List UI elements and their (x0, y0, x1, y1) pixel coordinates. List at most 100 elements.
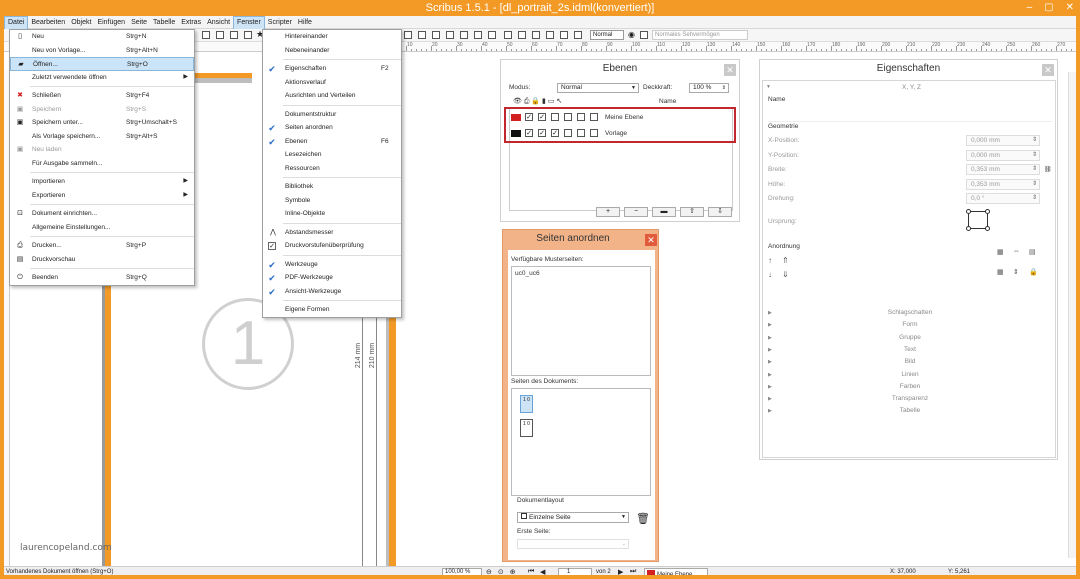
menu-item-ausrichten-und-verteilen[interactable]: Ausrichten und Verteilen (263, 89, 401, 103)
menu-item-ebenen[interactable]: ✔ Ebenen F6 (263, 135, 401, 149)
menu-item-eigene-formen[interactable]: Eigene Formen (263, 303, 401, 317)
menu-item-lesezeichen[interactable]: Lesezeichen (263, 148, 401, 162)
menu-item-dokumentstruktur[interactable]: Dokumentstruktur (263, 108, 401, 122)
layer-name[interactable]: Vorlage (605, 130, 627, 137)
raise-layer-button[interactable]: ⇧ (680, 207, 704, 217)
origin-handle-bl[interactable] (966, 226, 971, 231)
section-transparenz[interactable]: ▶ Transparenz (768, 393, 1052, 405)
menu-item-aktionsverlauf[interactable]: Aktionsverlauf (263, 76, 401, 90)
text-flow-icon[interactable]: ▤ (1029, 248, 1036, 256)
layer-row[interactable]: ✓ ✓ Meine Ebene (509, 111, 733, 125)
layer-checkbox[interactable]: ✓ (538, 129, 546, 137)
menu-item-neu[interactable]: ▯ Neu Strg+N (10, 30, 194, 44)
grid-align-icon[interactable]: ▦ (997, 248, 1004, 256)
menu-objekt[interactable]: Objekt (68, 17, 94, 29)
menu-item-bibliothek[interactable]: Bibliothek (263, 180, 401, 194)
duplicate-layer-button[interactable]: ▬ (652, 207, 676, 217)
vertical-scrollbar[interactable] (1068, 72, 1076, 558)
doc-pages-area[interactable]: 1 0 1 0 (511, 388, 651, 496)
master-item[interactable]: uc0_uc6 (515, 270, 540, 277)
zoom-in-icon[interactable]: ⊕ (510, 568, 516, 576)
pdf-checkbox-icon[interactable] (532, 31, 540, 39)
layer-checkbox[interactable] (577, 113, 585, 121)
pdf-button-icon[interactable] (504, 31, 512, 39)
ebenen-close-button[interactable]: ✕ (724, 64, 736, 76)
next-page-icon[interactable]: ▶ (618, 568, 623, 576)
deckkraft-input[interactable]: 100 % ⇕ (689, 83, 729, 93)
page-thumb-1[interactable]: 1 0 (520, 395, 533, 413)
menu-datei[interactable]: Datei (4, 16, 29, 30)
flip-horizontal-icon[interactable]: ⇔ (1013, 248, 1020, 255)
render-frame-icon[interactable] (216, 31, 224, 39)
maximize-icon[interactable]: ▢ (1044, 2, 1053, 13)
section-text[interactable]: ▶ Text (768, 344, 1052, 356)
eye-icon[interactable]: ◉ (628, 30, 635, 39)
measure-icon[interactable] (460, 31, 468, 39)
menu-item-drucken[interactable]: ⎙ Drucken... Strg+P (10, 239, 194, 253)
menu-item-beenden[interactable]: ⏻ Beenden Strg+Q (10, 271, 194, 285)
lower-bottom-icon[interactable]: ⇓ (782, 270, 789, 279)
last-page-icon[interactable]: ⏭ (630, 568, 636, 576)
layer-checkbox[interactable] (564, 129, 572, 137)
section-schlagschatten[interactable]: ▶ Schlagschatten (768, 307, 1052, 319)
prev-page-icon[interactable]: ◀ (540, 568, 545, 576)
lower-icon[interactable]: ↓ (768, 270, 772, 279)
page-field[interactable]: 1 (558, 568, 592, 578)
eigenschaften-close-button[interactable]: ✕ (1042, 64, 1054, 76)
menu-item-zuletzt-verwendete-öffnen[interactable]: Zuletzt verwendete öffnen ▶ (10, 71, 194, 85)
menu-ansicht[interactable]: Ansicht (204, 17, 233, 29)
menu-item-schließen[interactable]: ✖ Schließen Strg+F4 (10, 89, 194, 103)
zoom-100-icon[interactable]: ⊙ (498, 568, 504, 576)
first-page-icon[interactable]: ⏮ (528, 568, 534, 576)
vision-select[interactable]: Normales Sehvermögen (652, 30, 748, 40)
menu-hilfe[interactable]: Hilfe (295, 17, 315, 29)
section-bild[interactable]: ▶ Bild (768, 356, 1052, 368)
rotate-icon[interactable] (404, 31, 412, 39)
menu-fenster[interactable]: Fenster (233, 16, 265, 30)
menu-item-seiten-anordnen[interactable]: ✔ Seiten anordnen (263, 121, 401, 135)
menu-item-öffnen[interactable]: ▰ Öffnen... Strg+O (10, 57, 194, 71)
layer-checkbox[interactable] (577, 129, 585, 137)
menu-item-eigenschaften[interactable]: ✔ Eigenschaften F2 (263, 62, 401, 76)
layer-checkbox[interactable]: ✓ (551, 129, 559, 137)
layer-checkbox[interactable] (590, 129, 598, 137)
menu-item-allgemeine-einstellungen[interactable]: Allgemeine Einstellungen... (10, 221, 194, 235)
master-list[interactable]: uc0_uc6 (511, 266, 651, 376)
x-position-input[interactable]: 0,000 mm ⇕ (966, 135, 1040, 146)
section-tabelle[interactable]: ▶ Tabelle (768, 405, 1052, 417)
layer-name[interactable]: Meine Ebene (605, 114, 643, 121)
breite-input[interactable]: 0,353 mm ⇕ (966, 164, 1040, 175)
section-farben[interactable]: ▶ Farben (768, 381, 1052, 393)
layer-select[interactable]: Meine Ebene (644, 568, 708, 578)
remove-layer-button[interactable]: − (624, 207, 648, 217)
copy-properties-icon[interactable] (474, 31, 482, 39)
menu-item-importieren[interactable]: Importieren ▶ (10, 175, 194, 189)
menu-item-exportieren[interactable]: Exportieren ▶ (10, 189, 194, 203)
xyz-section[interactable]: X, Y, Z (902, 84, 921, 91)
pdf-link-icon[interactable] (574, 31, 582, 39)
menu-tabelle[interactable]: Tabelle (150, 17, 178, 29)
menu-item-dokument-einrichten[interactable]: ⊡ Dokument einrichten... (10, 207, 194, 221)
menu-item-neu-von-vorlage[interactable]: Neu von Vorlage... Strg+Alt+N (10, 44, 194, 58)
menu-item-symbole[interactable]: Symbole (263, 194, 401, 208)
zoom-out-icon[interactable]: ⊖ (486, 568, 492, 576)
table-icon[interactable] (230, 31, 238, 39)
menu-item-speichern-unter[interactable]: ▣ Speichern unter... Strg+Umschalt+S (10, 116, 194, 130)
section-linien[interactable]: ▶ Linien (768, 369, 1052, 381)
close-window-icon[interactable]: ✕ (1066, 2, 1074, 13)
seiten-close-button[interactable]: ✕ (645, 234, 657, 246)
section-form[interactable]: ▶ Form (768, 319, 1052, 331)
menu-item-ressourcen[interactable]: Ressourcen (263, 162, 401, 176)
origin-handle-tl[interactable] (966, 209, 971, 214)
edit-contents-icon[interactable] (432, 31, 440, 39)
menu-item-druckvorschau[interactable]: ▤ Druckvorschau (10, 253, 194, 267)
grid2-icon[interactable]: ▦ (997, 268, 1004, 276)
eyedropper-icon[interactable] (488, 31, 496, 39)
pdf-listbox-icon[interactable] (560, 31, 568, 39)
layer-checkbox[interactable]: ✓ (538, 113, 546, 121)
menu-scripter[interactable]: Scripter (265, 17, 295, 29)
layer-checkbox[interactable] (551, 113, 559, 121)
section-gruppe[interactable]: ▶ Gruppe (768, 332, 1052, 344)
add-layer-button[interactable]: + (596, 207, 620, 217)
layer-checkbox[interactable] (590, 113, 598, 121)
